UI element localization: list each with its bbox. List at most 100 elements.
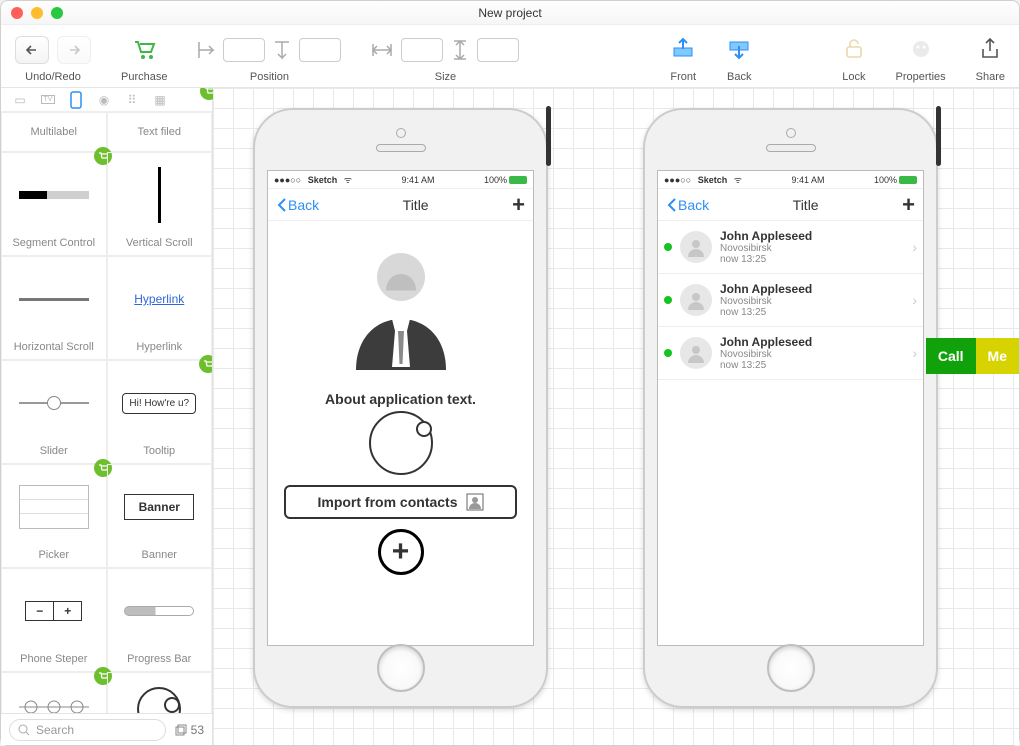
component-slider[interactable]: Slider [1,360,107,464]
contact-time: now 13:25 [720,360,904,371]
component-picker[interactable]: Picker [1,464,107,568]
component-label: Banner [142,549,177,561]
component-multilabel[interactable]: Multilabel [1,112,107,152]
social-tab[interactable]: ⠿ [121,92,143,108]
contact-row[interactable]: John Appleseed Novosibirsk now 13:25 › [658,221,923,274]
nav-add-button[interactable]: + [512,192,525,218]
share-label: Share [976,71,1005,83]
nav-bar: Back Title + [268,189,533,221]
phone-tab[interactable] [65,92,87,108]
contact-time: now 13:25 [720,254,904,265]
send-back-button[interactable] [726,36,752,65]
nav-add-button[interactable]: + [902,192,915,218]
sidebar-footer: Search 53 [1,713,212,745]
back-group: Back [726,33,752,83]
component-timeline[interactable] [1,672,107,713]
cart-icon [131,36,157,62]
tv-tab[interactable]: TV [37,92,59,108]
contact-row[interactable]: John Appleseed Novosibirsk now 13:25 › [658,327,923,380]
avatar [680,284,712,316]
component-hyperlink[interactable]: Hyperlink Hyperlink [107,256,213,360]
properties-button[interactable] [909,37,933,64]
traffic-lights [11,7,63,19]
lock-button[interactable] [843,37,865,64]
component-label: Slider [40,445,68,457]
contact-row[interactable]: John Appleseed Novosibirsk now 13:25 › [658,274,923,327]
maximize-window-button[interactable] [51,7,63,19]
lock-label: Lock [842,71,865,83]
back-button[interactable]: Back [666,197,709,213]
device-mockup-2[interactable]: ●●●○○ Sketch ᯤ 9:41 AM 100% Back Title + [643,108,938,708]
back-icon [726,36,752,62]
desktop-tab[interactable]: ▭ [9,92,31,108]
redo-button[interactable] [57,36,91,64]
undo-button[interactable] [15,36,49,64]
close-window-button[interactable] [11,7,23,19]
hyperlink-sample: Hyperlink [134,292,184,306]
profile-avatar[interactable] [321,227,481,387]
nav-bar: Back Title + [658,189,923,221]
width-icon [371,41,393,59]
component-phone-stepper[interactable]: −+ Phone Steper [1,568,107,672]
front-group: Front [670,33,696,83]
titlebar: New project [1,1,1019,25]
x-position-input[interactable] [223,38,265,62]
y-position-input[interactable] [299,38,341,62]
nav-title: Title [403,197,429,213]
component-vertical-scroll[interactable]: Vertical Scroll [107,152,213,256]
undo-icon [24,43,40,57]
nav-title: Title [793,197,819,213]
width-input[interactable] [401,38,443,62]
contact-city: Novosibirsk [720,349,904,360]
redo-icon [66,43,82,57]
minimize-window-button[interactable] [31,7,43,19]
stack-icon [174,723,188,737]
component-dial[interactable] [107,672,213,713]
purchase-group: Purchase [121,33,167,83]
component-banner[interactable]: Banner Banner [107,464,213,568]
component-text-field[interactable]: Text filed [107,112,213,152]
chevron-left-icon [276,197,288,213]
component-segment-control[interactable]: Segment Control [1,152,107,256]
status-time: 9:41 AM [401,175,434,185]
device-mockup-1[interactable]: ●●●○○ Sketch ᯤ 9:41 AM 100% Back Title + [253,108,548,708]
canvas[interactable]: ●●●○○ Sketch ᯤ 9:41 AM 100% Back Title + [213,88,1019,745]
height-input[interactable] [477,38,519,62]
front-icon [670,36,696,62]
image-tab[interactable]: ▦ [149,92,171,108]
chevron-left-icon [666,197,678,213]
call-button[interactable]: Call [926,338,976,374]
chevron-right-icon: › [912,345,917,361]
search-placeholder: Search [36,723,74,737]
component-label: Progress Bar [127,653,191,665]
about-text: About application text. [325,391,476,407]
y-position-icon [273,38,291,62]
purchase-button[interactable] [131,36,157,65]
avatar [680,231,712,263]
share-button[interactable] [979,36,1001,65]
contact-icon [466,493,484,511]
component-grid[interactable]: Multilabel Text filed Segment Control Ve… [1,112,212,713]
bring-front-button[interactable] [670,36,696,65]
component-progress-bar[interactable]: Progress Bar [107,568,213,672]
back-button[interactable]: Back [276,197,319,213]
me-button[interactable]: Me [976,338,1019,374]
component-label: Phone Steper [20,653,87,665]
person-icon [326,232,476,382]
search-input[interactable]: Search [9,719,166,741]
presence-dot [664,349,672,357]
undo-redo-label: Undo/Redo [25,71,81,83]
lock-group: Lock [842,33,865,83]
device-tabs: ▭ TV ◉ ⠿ ▦ [1,88,212,112]
screen-1: ●●●○○ Sketch ᯤ 9:41 AM 100% Back Title + [267,170,534,646]
component-horizontal-scroll[interactable]: Horizontal Scroll [1,256,107,360]
properties-group: Properties [896,33,946,83]
back-label: Back [727,71,751,83]
component-label: Text filed [138,126,181,138]
add-button[interactable]: + [378,529,424,575]
component-tooltip[interactable]: Hi! How're u? Tooltip [107,360,213,464]
dial-control[interactable] [369,411,433,475]
contact-name: John Appleseed [720,282,904,296]
import-contacts-button[interactable]: Import from contacts [284,485,517,519]
android-tab[interactable]: ◉ [93,92,115,108]
